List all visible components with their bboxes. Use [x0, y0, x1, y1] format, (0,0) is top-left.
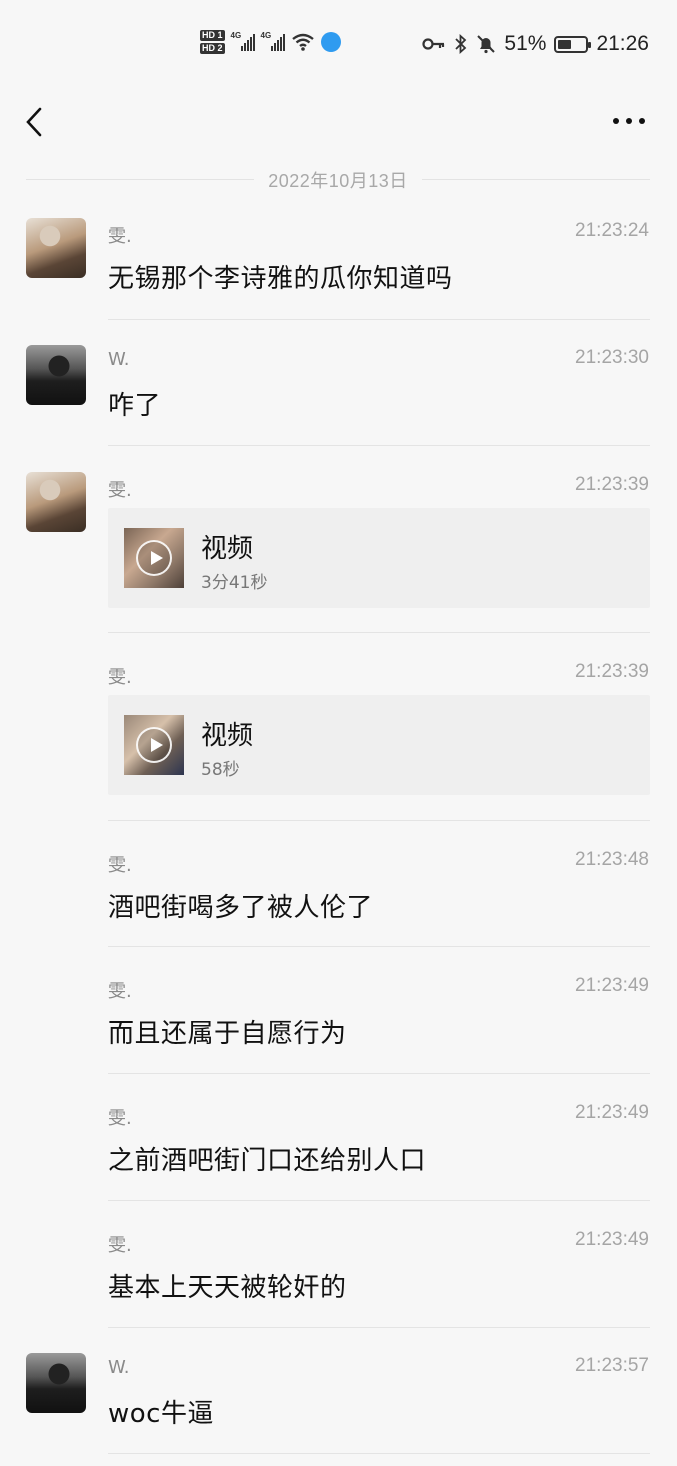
- avatar[interactable]: [26, 345, 86, 405]
- sim2-badge: HD 2: [200, 43, 225, 54]
- divider: [108, 1073, 650, 1074]
- video-duration: 3分41秒: [201, 573, 268, 593]
- bluetooth-icon: [455, 34, 467, 54]
- date-label: 2022年10月13日: [254, 171, 422, 191]
- avatar[interactable]: [26, 1353, 86, 1413]
- message-item[interactable]: 雯. 21:23:49 基本上天天被轮奸的: [0, 1227, 677, 1328]
- sender-name: 雯.: [108, 1108, 132, 1129]
- sim1-badge: HD 1: [200, 30, 225, 41]
- message-item[interactable]: 雯. 21:23:39 视频 3分41秒: [0, 472, 677, 633]
- sim-indicators: HD 1 HD 2: [200, 30, 225, 54]
- video-duration: 58秒: [201, 760, 240, 780]
- message-item[interactable]: W. 21:23:57 woc牛逼: [0, 1353, 677, 1454]
- message-time: 21:23:49: [575, 1102, 649, 1123]
- signal-2-icon: 4G: [260, 31, 285, 51]
- video-thumbnail[interactable]: [124, 715, 184, 775]
- mute-bell-icon: [477, 35, 496, 54]
- divider: [108, 946, 650, 947]
- divider: [108, 445, 650, 446]
- message-text: 之前酒吧街门口还给别人口: [108, 1146, 427, 1176]
- divider: [108, 1453, 650, 1454]
- more-horizontal-icon[interactable]: [613, 118, 645, 126]
- signal-1-icon: 4G: [230, 31, 255, 51]
- key-icon: [422, 38, 445, 50]
- video-thumbnail[interactable]: [124, 528, 184, 588]
- message-time: 21:23:30: [575, 347, 649, 368]
- network-type-1: 4G: [230, 31, 242, 40]
- date-separator: 2022年10月13日: [26, 167, 650, 193]
- clock: 21:26: [596, 32, 649, 55]
- message-text: 而且还属于自愿行为: [108, 1019, 347, 1049]
- message-time: 21:23:39: [575, 474, 649, 495]
- sender-name: 雯.: [108, 667, 132, 688]
- message-item[interactable]: 雯. 21:23:49 而且还属于自愿行为: [0, 973, 677, 1074]
- battery-fill: [558, 39, 572, 49]
- avatar[interactable]: [26, 218, 86, 278]
- nav-bar: [0, 100, 677, 144]
- video-title: 视频: [201, 534, 254, 564]
- sender-name: 雯.: [108, 855, 132, 876]
- message-item[interactable]: 雯. 21:23:39 视频 58秒: [0, 659, 677, 821]
- message-time: 21:23:49: [575, 975, 649, 996]
- status-bar: HD 1 HD 2 4G 4G 51% 21:26: [0, 28, 677, 68]
- message-text: 咋了: [108, 391, 162, 421]
- sender-name: W.: [108, 349, 130, 370]
- message-item[interactable]: W. 21:23:30 咋了: [0, 345, 677, 446]
- wifi-icon: [291, 33, 314, 51]
- divider: [108, 1200, 650, 1201]
- message-time: 21:23:57: [575, 1355, 649, 1376]
- divider: [108, 319, 650, 320]
- app-notification-icon: [320, 32, 341, 52]
- video-card[interactable]: 视频 3分41秒: [108, 508, 650, 608]
- status-right: 51% 21:26: [422, 32, 649, 56]
- network-type-2: 4G: [260, 31, 272, 40]
- message-time: 21:23:24: [575, 220, 649, 241]
- video-title: 视频: [201, 721, 254, 751]
- video-card[interactable]: 视频 58秒: [108, 695, 650, 795]
- sender-name: W.: [108, 1357, 130, 1378]
- message-item[interactable]: 雯. 21:23:24 无锡那个李诗雅的瓜你知道吗: [0, 218, 677, 320]
- battery-icon: [554, 35, 592, 53]
- battery-percent: 51%: [504, 32, 547, 55]
- divider: [108, 820, 650, 821]
- message-item[interactable]: 雯. 21:23:49 之前酒吧街门口还给别人口: [0, 1100, 677, 1201]
- message-item[interactable]: 雯. 21:23:48 酒吧街喝多了被人伦了: [0, 847, 677, 947]
- sender-name: 雯.: [108, 981, 132, 1002]
- divider: [108, 632, 650, 633]
- sender-name: 雯.: [108, 226, 132, 247]
- message-time: 21:23:49: [575, 1229, 649, 1250]
- message-time: 21:23:39: [575, 661, 649, 682]
- message-text: 酒吧街喝多了被人伦了: [108, 893, 374, 923]
- play-icon[interactable]: [136, 727, 172, 763]
- status-left: HD 1 HD 2 4G 4G: [200, 30, 341, 54]
- message-time: 21:23:48: [575, 849, 649, 870]
- chevron-left-icon[interactable]: [22, 106, 46, 138]
- avatar[interactable]: [26, 472, 86, 532]
- message-text: woc牛逼: [108, 1399, 214, 1429]
- sender-name: 雯.: [108, 1235, 132, 1256]
- divider: [108, 1327, 650, 1328]
- message-text: 无锡那个李诗雅的瓜你知道吗: [108, 264, 453, 294]
- message-text: 基本上天天被轮奸的: [108, 1273, 347, 1303]
- sender-name: 雯.: [108, 480, 132, 501]
- play-icon[interactable]: [136, 540, 172, 576]
